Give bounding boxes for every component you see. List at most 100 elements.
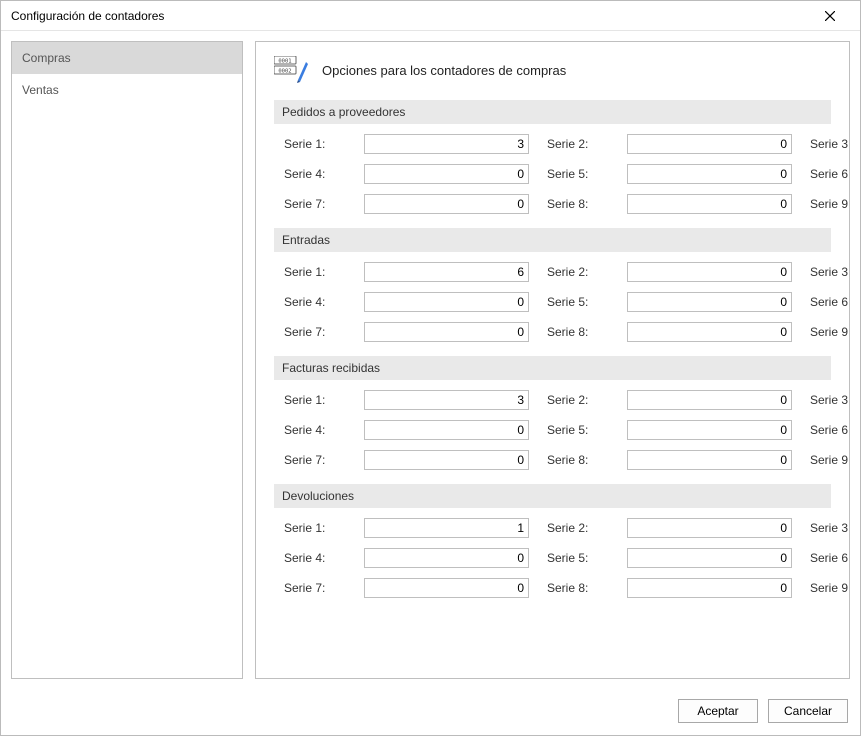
series-input[interactable] [627,420,792,440]
series-field: Serie 2: [547,134,792,154]
series-label: Serie 9: [810,197,850,211]
counters-icon: 0001 0002 [274,56,308,84]
series-label: Serie 6: [810,295,850,309]
series-label: Serie 1: [284,521,356,535]
section-head: Entradas [274,228,831,252]
series-input[interactable] [364,578,529,598]
series-grid: Serie 1:Serie 2:Serie 3:Serie 4:Serie 5:… [274,262,831,356]
series-input[interactable] [627,450,792,470]
section-head: Devoluciones [274,484,831,508]
series-field: Serie 9: [810,578,850,598]
titlebar: Configuración de contadores [1,1,860,31]
series-field: Serie 4: [284,420,529,440]
svg-text:0001: 0001 [278,59,291,65]
series-label: Serie 1: [284,137,356,151]
series-field: Serie 1: [284,390,529,410]
series-label: Serie 2: [547,393,619,407]
series-input[interactable] [627,134,792,154]
sidebar-item-ventas[interactable]: Ventas [12,74,242,106]
series-input[interactable] [627,194,792,214]
series-label: Serie 7: [284,325,356,339]
series-field: Serie 3: [810,134,850,154]
series-field: Serie 5: [547,548,792,568]
series-field: Serie 6: [810,164,850,184]
series-field: Serie 1: [284,518,529,538]
series-field: Serie 6: [810,420,850,440]
series-label: Serie 7: [284,453,356,467]
sidebar-item-compras[interactable]: Compras [12,42,242,74]
series-input[interactable] [364,292,529,312]
series-label: Serie 3: [810,521,850,535]
panel-title: Opciones para los contadores de compras [322,63,566,78]
series-label: Serie 3: [810,393,850,407]
accept-button[interactable]: Aceptar [678,699,758,723]
series-grid: Serie 1:Serie 2:Serie 3:Serie 4:Serie 5:… [274,134,831,228]
series-label: Serie 8: [547,325,619,339]
series-field: Serie 9: [810,194,850,214]
series-input[interactable] [627,548,792,568]
series-label: Serie 8: [547,453,619,467]
series-label: Serie 7: [284,197,356,211]
series-input[interactable] [627,292,792,312]
window-title: Configuración de contadores [11,9,810,23]
series-grid: Serie 1:Serie 2:Serie 3:Serie 4:Serie 5:… [274,518,831,612]
series-input[interactable] [627,390,792,410]
series-field: Serie 9: [810,322,850,342]
series-field: Serie 5: [547,420,792,440]
series-input[interactable] [627,262,792,282]
series-label: Serie 9: [810,581,850,595]
series-input[interactable] [364,134,529,154]
close-icon [825,11,835,21]
series-field: Serie 3: [810,262,850,282]
series-field: Serie 7: [284,578,529,598]
series-input[interactable] [627,578,792,598]
series-input[interactable] [627,164,792,184]
series-label: Serie 9: [810,325,850,339]
series-input[interactable] [364,262,529,282]
series-field: Serie 4: [284,164,529,184]
series-field: Serie 2: [547,390,792,410]
series-label: Serie 3: [810,137,850,151]
series-label: Serie 6: [810,167,850,181]
series-input[interactable] [364,450,529,470]
series-field: Serie 6: [810,548,850,568]
cancel-button[interactable]: Cancelar [768,699,848,723]
series-field: Serie 1: [284,262,529,282]
series-label: Serie 5: [547,423,619,437]
series-input[interactable] [364,390,529,410]
series-field: Serie 3: [810,390,850,410]
footer: Aceptar Cancelar [1,689,860,735]
series-field: Serie 5: [547,164,792,184]
series-label: Serie 9: [810,453,850,467]
series-input[interactable] [364,420,529,440]
series-label: Serie 2: [547,137,619,151]
series-input[interactable] [364,322,529,342]
series-field: Serie 5: [547,292,792,312]
main-panel: 0001 0002 Opciones para los contadores d… [255,41,850,679]
series-input[interactable] [627,518,792,538]
series-label: Serie 4: [284,551,356,565]
series-label: Serie 6: [810,551,850,565]
content-area: ComprasVentas 0001 0002 Opciones para lo… [1,31,860,689]
series-label: Serie 7: [284,581,356,595]
close-button[interactable] [810,1,850,31]
series-field: Serie 8: [547,578,792,598]
series-label: Serie 8: [547,197,619,211]
series-label: Serie 5: [547,551,619,565]
series-input[interactable] [364,548,529,568]
series-field: Serie 9: [810,450,850,470]
series-label: Serie 3: [810,265,850,279]
series-input[interactable] [364,194,529,214]
series-field: Serie 4: [284,548,529,568]
section-head: Facturas recibidas [274,356,831,380]
series-input[interactable] [627,322,792,342]
series-input[interactable] [364,164,529,184]
series-field: Serie 6: [810,292,850,312]
section-head: Pedidos a proveedores [274,100,831,124]
series-field: Serie 8: [547,194,792,214]
panel-header: 0001 0002 Opciones para los contadores d… [274,56,831,84]
series-label: Serie 2: [547,521,619,535]
series-input[interactable] [364,518,529,538]
series-label: Serie 5: [547,295,619,309]
series-field: Serie 1: [284,134,529,154]
